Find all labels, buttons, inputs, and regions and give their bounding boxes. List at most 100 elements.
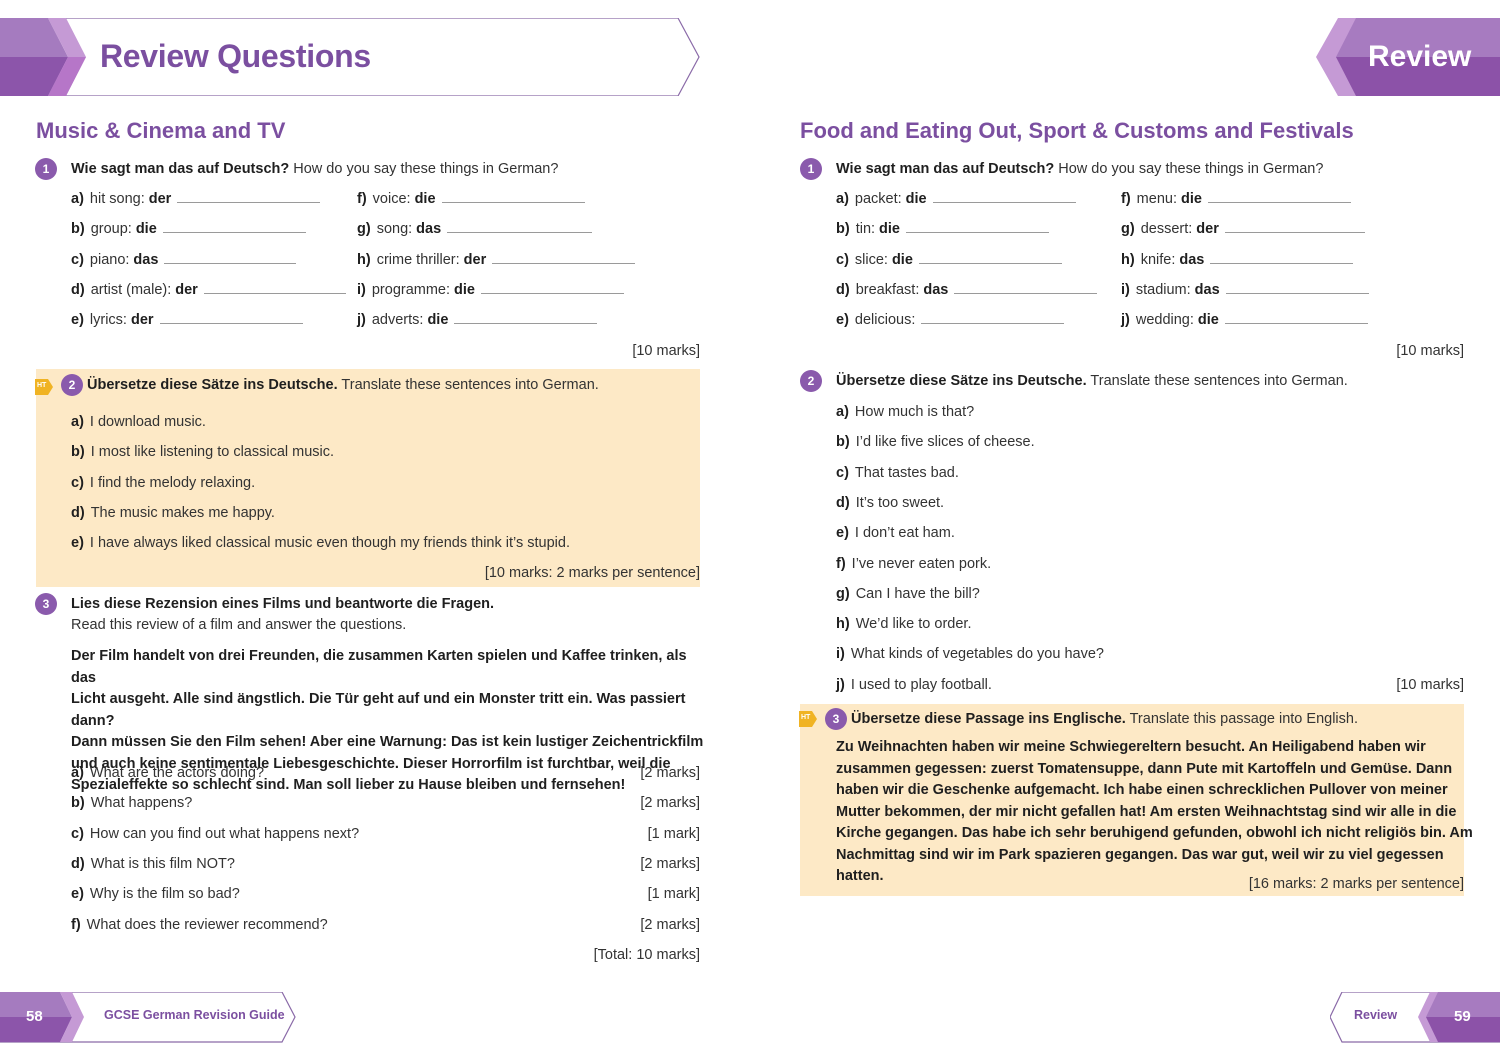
item-marks: [1 mark]: [647, 886, 700, 903]
question-heading: Übersetze diese Sätze ins Deutsche. Tran…: [836, 373, 1348, 389]
item-text: How much is that?: [854, 404, 975, 420]
item-text: What happens?: [90, 795, 193, 812]
answer-line[interactable]: [162, 232, 306, 234]
item-text: What is this film NOT?: [90, 855, 235, 872]
vocab-item: h) crime thriller: der: [357, 251, 636, 268]
vocab-item: c) slice: die: [836, 252, 1062, 268]
item-letter: e): [71, 312, 84, 329]
item-marks: [2 marks]: [640, 855, 700, 872]
list-item: d) What is this film NOT?: [71, 856, 235, 872]
item-article: der: [148, 191, 172, 207]
item-text: What are the actors doing?: [89, 765, 265, 781]
item-article: die: [454, 281, 475, 298]
item-letter: b): [836, 434, 850, 451]
list-item: b) What happens?: [71, 795, 192, 811]
item-letter: f): [836, 555, 846, 572]
footer-right: Review 59: [1330, 992, 1500, 1043]
vocab-item: f) voice: die: [357, 191, 585, 207]
item-article: die: [1197, 312, 1219, 329]
list-item: a) How much is that?: [836, 404, 974, 420]
list-item: c) That tastes bad.: [836, 465, 959, 481]
question-english: How do you say these things in German?: [293, 161, 559, 177]
list-item: b) I’d like five slices of cheese.: [836, 434, 1035, 450]
answer-line[interactable]: [177, 202, 321, 203]
question-number-badge: 2: [61, 374, 83, 396]
item-text: delicious:: [854, 312, 916, 329]
section-label: Review: [1368, 40, 1472, 73]
item-letter: a): [836, 191, 849, 207]
answer-line[interactable]: [441, 202, 585, 203]
page-number: 58: [26, 1008, 43, 1025]
item-text: We’d like to order.: [855, 616, 972, 633]
item-letter: e): [836, 525, 849, 542]
item-text: What does the reviewer recommend?: [86, 916, 328, 933]
item-letter: g): [1121, 221, 1135, 238]
list-item: e) I don’t eat ham.: [836, 525, 955, 541]
translation-passage: Zu Weihnachten haben wir meine Schwieger…: [836, 737, 1476, 888]
marks-label: [10 marks: 2 marks per sentence]: [484, 565, 700, 581]
answer-line[interactable]: [447, 232, 593, 234]
item-letter: d): [836, 281, 850, 298]
list-item: h) We’d like to order.: [836, 616, 971, 632]
answer-line[interactable]: [1224, 232, 1365, 234]
item-text: I’d like five slices of cheese.: [855, 434, 1035, 451]
answer-line[interactable]: [918, 262, 1062, 264]
item-text: How can you find out what happens next?: [89, 825, 360, 842]
answer-line[interactable]: [480, 292, 624, 294]
passage-line: haben wir die Geschenke aufgemacht. Ich …: [836, 782, 1448, 798]
question-number-badge: 2: [800, 370, 822, 392]
item-text: artist (male):: [90, 281, 172, 298]
item-text: What kinds of vegetables do you have?: [850, 646, 1104, 663]
item-text: voice:: [372, 191, 411, 207]
item-article: die: [427, 312, 449, 329]
question-english: Translate these sentences into German.: [1090, 373, 1348, 389]
answer-line[interactable]: [164, 262, 297, 264]
item-text: slice:: [854, 251, 888, 268]
item-letter: b): [71, 795, 85, 812]
passage-line: Zu Weihnachten haben wir meine Schwieger…: [836, 739, 1426, 755]
question-german: Übersetze diese Passage ins Englische.: [851, 711, 1126, 727]
question-german: Wie sagt man das auf Deutsch?: [71, 161, 290, 177]
item-text: packet:: [854, 191, 902, 207]
answer-line[interactable]: [1225, 292, 1369, 294]
vocab-item: e) delicious:: [836, 312, 1065, 329]
item-letter: a): [836, 404, 849, 420]
answer-line[interactable]: [203, 292, 346, 294]
list-item: b) I most like listening to classical mus…: [71, 444, 334, 460]
answer-line[interactable]: [1210, 262, 1354, 264]
item-text: menu:: [1136, 191, 1177, 207]
item-text: I most like listening to classical music…: [90, 444, 335, 461]
item-letter: b): [836, 221, 850, 238]
item-text: adverts:: [371, 312, 424, 329]
answer-line[interactable]: [159, 323, 303, 325]
passage-line: zusammen gegessen: zuerst Tomatensuppe, …: [836, 760, 1453, 777]
item-letter: h): [357, 251, 371, 268]
answer-line[interactable]: [1207, 202, 1351, 203]
answer-line[interactable]: [492, 262, 636, 264]
item-text: Can I have the bill?: [855, 585, 980, 602]
answer-line[interactable]: [454, 323, 598, 325]
item-letter: a): [71, 191, 84, 207]
vocab-item: b) tin: die: [836, 221, 1049, 237]
item-letter: h): [1121, 251, 1135, 268]
item-article: die: [905, 191, 927, 207]
item-text: I’ve never eaten pork.: [851, 555, 992, 572]
answer-line[interactable]: [932, 202, 1076, 203]
item-letter: j): [357, 312, 366, 329]
list-item: c) I find the melody relaxing.: [71, 475, 255, 491]
item-marks: [2 marks]: [640, 916, 700, 933]
answer-line[interactable]: [905, 232, 1049, 234]
item-letter: e): [836, 312, 849, 329]
question-english: How do you say these things in German?: [1058, 161, 1324, 177]
answer-line[interactable]: [1224, 323, 1368, 325]
item-text: I find the melody relaxing.: [89, 474, 256, 491]
item-letter: i): [357, 281, 366, 298]
answer-line[interactable]: [954, 292, 1098, 294]
vocab-item: d) artist (male): der: [71, 282, 346, 298]
vocab-item: i) programme: die: [357, 282, 624, 298]
section-title-left: Music & Cinema and TV: [36, 118, 286, 143]
list-item: e) Why is the film so bad?: [71, 886, 240, 902]
vocab-item: d) breakfast: das: [836, 281, 1098, 298]
answer-line[interactable]: [921, 323, 1065, 325]
item-text: I download music.: [89, 414, 206, 430]
